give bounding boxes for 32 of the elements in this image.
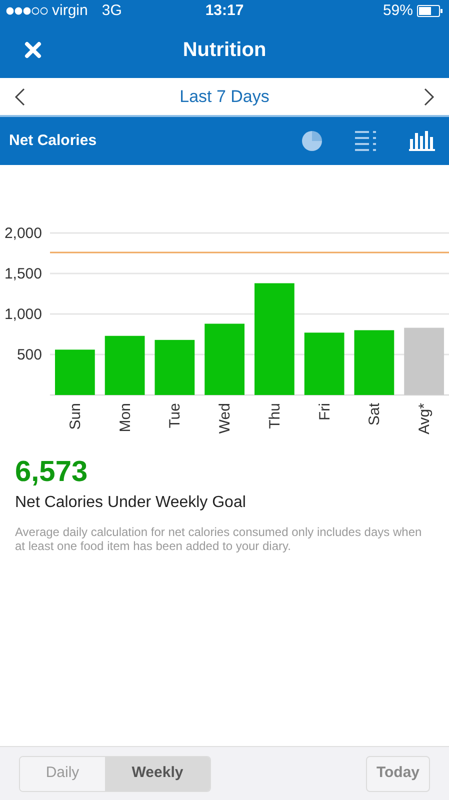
bar-chart-icon[interactable] [409,131,435,151]
period-tab[interactable]: Weekly [105,756,210,790]
axis-label: 1,500 [4,266,42,282]
axis-label: 2,000 [4,225,42,242]
axis-label: Thu [266,403,284,429]
carrier-name: virgin [52,0,88,21]
axis-label: Tue [166,403,184,428]
axis-label: Sat [366,403,384,426]
battery-icon [417,5,443,17]
axis-label: Mon [116,403,134,432]
clock: 13:17 [205,0,244,21]
axis-label: 500 [16,346,42,364]
next-button[interactable] [422,86,435,106]
axis-label: Fri [316,403,334,420]
axis-label: Avg* [416,403,434,434]
axis-label: Sun [66,403,84,430]
summary-value: 6,573 [15,455,89,489]
pie-chart-icon[interactable] [301,130,323,152]
close-button[interactable] [24,41,42,59]
previous-button[interactable] [14,86,26,106]
list-icon[interactable] [355,131,377,151]
today-button[interactable]: Today [366,756,430,792]
section-title: Net Calories [9,130,97,151]
axis-label: 1,000 [4,306,42,323]
axis-label: Wed [216,403,234,434]
screen-title: Nutrition [182,38,266,63]
date-range: Last 7 Days [180,86,270,108]
signal-icon [6,7,48,15]
network-type: 3G [102,0,122,21]
summary-label: Net Calories Under Weekly Goal [15,493,247,513]
battery-percent: 59% [382,0,413,21]
summary-note: Average daily calculation for net calories consumed only includes days when at least one food item has been added to your diary. [15,525,423,553]
